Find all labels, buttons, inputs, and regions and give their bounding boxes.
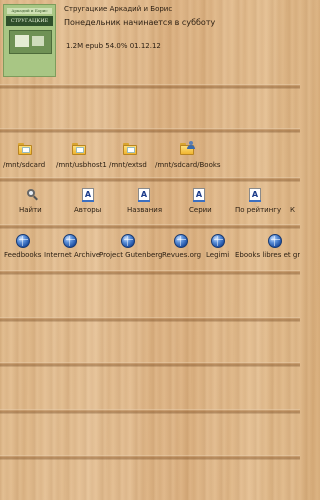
storage-label: /mnt/extsd bbox=[109, 161, 147, 169]
catalog-label: Revues.org bbox=[162, 251, 202, 259]
search-label: По рейтингу bbox=[235, 206, 282, 214]
shelf-divider bbox=[0, 84, 300, 89]
storage-label: /mnt/sdcard/Books bbox=[155, 161, 221, 169]
shelf-divider bbox=[0, 177, 300, 182]
globe-icon bbox=[16, 234, 30, 248]
catalog-label: Internet Archive bbox=[44, 251, 101, 259]
shelf-divider bbox=[0, 455, 300, 460]
globe-icon bbox=[268, 234, 282, 248]
search-icon bbox=[25, 188, 39, 202]
shelf-divider bbox=[0, 317, 300, 322]
book-info: 1.2M epub 54.0% 01.12.12 bbox=[66, 42, 161, 50]
book-author: Стругацкие Аркадий и Борис bbox=[64, 5, 173, 13]
search-label: К bbox=[290, 206, 295, 214]
globe-icon bbox=[174, 234, 188, 248]
folder-icon bbox=[18, 143, 32, 155]
cover-illustration-detail bbox=[15, 35, 29, 47]
shelf-divider bbox=[0, 362, 300, 367]
letter-a-icon: A bbox=[249, 188, 261, 202]
storage-label: /mnt/usbhost1 bbox=[56, 161, 107, 169]
cover-title-text: СТРУГАЦКИЕ bbox=[6, 16, 53, 26]
shelf-divider bbox=[0, 409, 300, 414]
letter-a-icon: A bbox=[82, 188, 94, 202]
search-label: Авторы bbox=[74, 206, 102, 214]
shelf-divider bbox=[0, 128, 300, 133]
letter-a-icon: A bbox=[138, 188, 150, 202]
catalog-label: Project Gutenberg bbox=[99, 251, 163, 259]
folder-icon bbox=[123, 143, 137, 155]
shelf-divider bbox=[0, 270, 300, 275]
cover-illustration-detail bbox=[32, 36, 44, 46]
folder-icon bbox=[72, 143, 86, 155]
search-label: Найти bbox=[19, 206, 42, 214]
book-title: Понедельник начинается в субботу bbox=[64, 18, 216, 27]
shelf-divider bbox=[0, 224, 300, 229]
folder-user-icon bbox=[180, 141, 195, 155]
search-label: Названия bbox=[127, 206, 163, 214]
storage-label: /mnt/sdcard bbox=[3, 161, 46, 169]
globe-icon bbox=[63, 234, 77, 248]
catalog-label: Legimi bbox=[206, 251, 230, 259]
catalog-label: Ebooks libres et gr bbox=[235, 251, 300, 259]
letter-a-icon: A bbox=[193, 188, 205, 202]
search-label: Серии bbox=[189, 206, 212, 214]
book-cover[interactable]: Аркадий и Борис СТРУГАЦКИЕ bbox=[3, 4, 56, 77]
catalog-label: Feedbooks bbox=[4, 251, 42, 259]
globe-icon bbox=[211, 234, 225, 248]
cover-author-text: Аркадий и Борис bbox=[7, 8, 52, 14]
globe-icon bbox=[121, 234, 135, 248]
